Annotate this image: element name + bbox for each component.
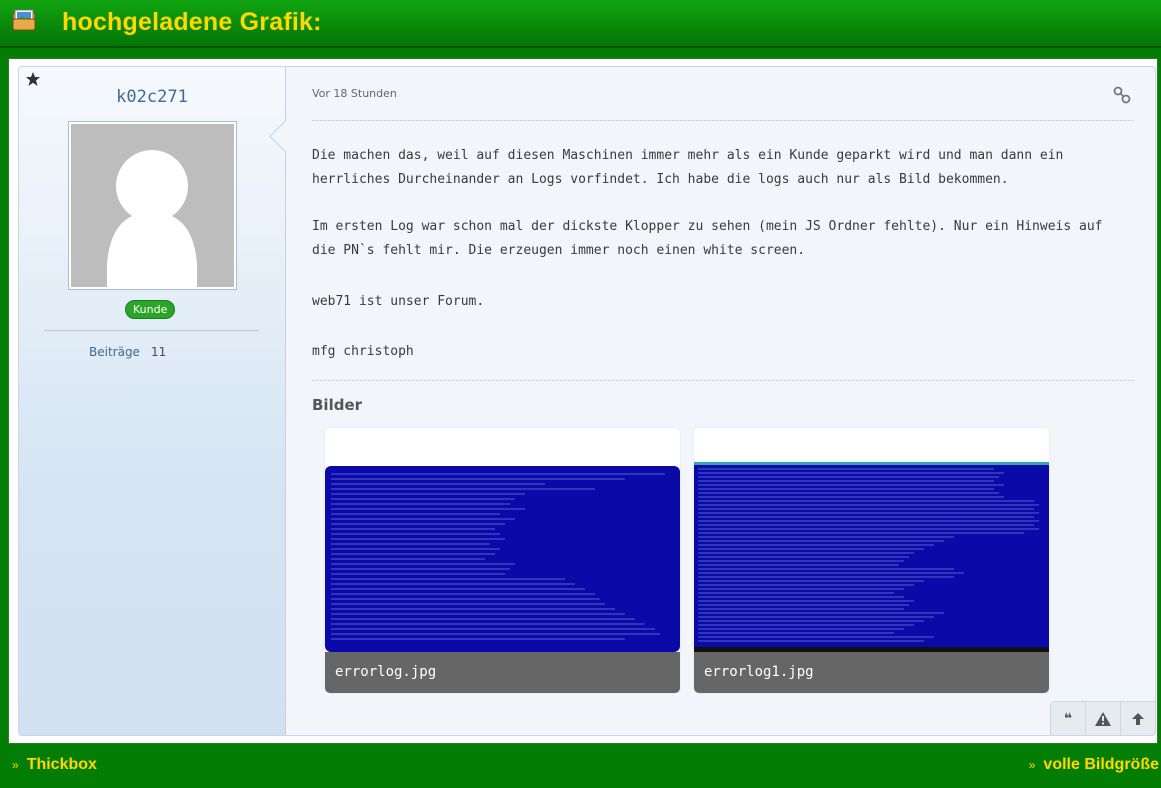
quote-icon: ❝ [1063,710,1073,727]
author-username[interactable]: k02c271 [19,87,285,107]
author-sidebar: k02c271 Kunde Beiträge 11 [19,67,286,735]
attachment-caption-1: errorlog.jpg [325,652,680,693]
footer-bar: » Thickbox » volle Bildgröße [0,746,1161,788]
attachment-thumbnail-2[interactable]: errorlog1.jpg [694,428,1049,693]
permalink-icon[interactable] [1112,85,1132,105]
thickbox-link-label: Thickbox [26,756,97,773]
body-divider [312,380,1133,381]
page-title: hochgeladene Grafik: [62,8,322,36]
post-actions: ❝ [1050,701,1155,735]
forum-post: k02c271 Kunde Beiträge 11 Vor 18 Stunden… [18,66,1156,736]
attachments-title: Bilder [312,396,363,414]
post-content: Vor 18 Stunden Die machen das, weil auf … [285,67,1155,735]
thickbox-link[interactable]: » Thickbox [12,756,97,774]
post-paragraph-4: mfg christoph [312,344,414,359]
avatar[interactable] [68,121,237,290]
posts-count-label[interactable]: Beiträge [89,345,140,359]
image-frame: k02c271 Kunde Beiträge 11 Vor 18 Stunden… [8,58,1158,744]
scroll-top-button[interactable] [1120,701,1155,735]
warning-icon [1095,711,1111,726]
attachment-thumbnail-1[interactable]: errorlog.jpg [325,428,680,693]
star-icon[interactable] [25,71,41,87]
post-paragraph-3: web71 ist unser Forum. [312,294,485,309]
posts-count-value: 11 [151,345,167,359]
link-prefix: » [12,758,19,772]
post-time[interactable]: Vor 18 Stunden [312,87,397,100]
default-avatar-silhouette [107,150,197,287]
attachment-caption-2: errorlog1.jpg [694,652,1049,693]
report-button[interactable] [1085,701,1120,735]
user-rank-badge: Kunde [125,300,176,319]
quote-button[interactable]: ❝ [1050,701,1085,735]
error-log-screenshot-1 [325,466,680,652]
link-prefix: » [1028,758,1036,772]
full-size-link[interactable]: » volle Bildgröße [1029,756,1159,774]
folder-image-icon [12,9,36,31]
post-paragraph-1: Die machen das, weil auf diesen Maschine… [312,148,1064,187]
full-size-link-label: volle Bildgröße [1043,756,1159,773]
header-divider [312,120,1133,121]
error-log-screenshot-2 [694,462,1049,652]
arrow-up-icon [1132,712,1144,725]
sidebar-divider [44,330,259,331]
post-paragraph-2: Im ersten Log war schon mal der dickste … [312,219,1103,258]
window-header: hochgeladene Grafik: [0,0,1161,48]
